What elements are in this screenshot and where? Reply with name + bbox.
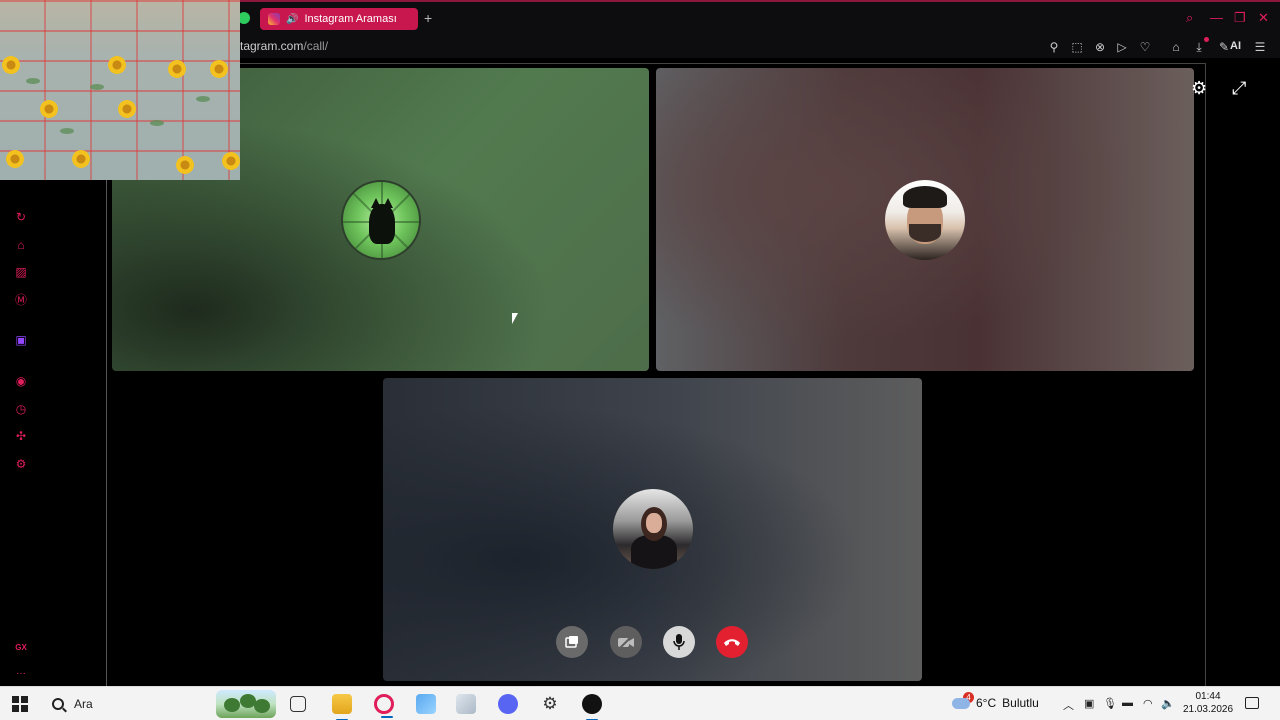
device-icon[interactable]: ▣ (1084, 697, 1094, 710)
microphone-tray-icon[interactable]: 🎙 (1103, 697, 1117, 710)
extensions-icon[interactable]: ✣ (13, 428, 29, 444)
url-field[interactable]: tagram.com/call/ (240, 39, 328, 53)
share-screen-button[interactable] (556, 626, 588, 658)
camera-off-icon (618, 634, 634, 650)
content-divider (240, 63, 1206, 64)
opera-gx-icon[interactable] (374, 694, 394, 718)
more-icon[interactable]: ··· (13, 666, 29, 682)
weather-temp: 6°C (976, 696, 997, 710)
speaker-icon[interactable]: 🔊 (286, 14, 298, 25)
hang-up-icon (724, 639, 740, 646)
ai-label[interactable]: AI (1230, 40, 1241, 52)
minimize-button[interactable]: — (1210, 10, 1223, 25)
settings-icon[interactable]: ⚙ (13, 456, 29, 472)
fullscreen-icon[interactable]: ⤢ (1232, 78, 1246, 99)
notifications-icon[interactable] (1245, 697, 1259, 709)
end-call-button[interactable] (716, 626, 748, 658)
volume-icon[interactable]: 🔈 (1161, 697, 1175, 710)
content-divider (106, 180, 107, 686)
snapshot-icon[interactable]: ⬚ (1069, 40, 1085, 54)
taskbar-search[interactable]: Ara (44, 690, 224, 718)
download-icon[interactable]: ⤓ (1191, 40, 1207, 55)
tab-instagram-call[interactable]: 🔊 Instagram Araması (260, 8, 418, 30)
player-icon[interactable]: ◉ (13, 373, 29, 389)
settings-app-icon[interactable]: ⚙ (540, 694, 560, 714)
settings-gear-icon[interactable]: ⚙ (1191, 78, 1207, 99)
battery-icon[interactable]: ▬ (1122, 697, 1133, 709)
pin-icon[interactable]: ⚲ (1046, 40, 1062, 54)
microphone-icon (673, 634, 685, 650)
menu-icon[interactable]: ☰ (1252, 40, 1268, 54)
woman-avatar (613, 489, 693, 569)
search-icon (52, 698, 64, 710)
history-icon[interactable]: ◷ (13, 401, 29, 417)
chevron-up-icon[interactable]: ︿ (1063, 697, 1074, 713)
man-avatar (885, 180, 965, 260)
restore-button[interactable]: ❐ (1234, 10, 1246, 26)
taskbar: Ara ⚙ 4 6°C Bulutlu ︿ ▣ 🎙 ▬ ◠ 🔈 01:44 21… (0, 686, 1280, 720)
self-view-camera[interactable] (0, 0, 240, 180)
url-path: /call/ (303, 39, 329, 53)
clock-time: 01:44 (1195, 691, 1221, 702)
search-highlight-image[interactable] (216, 690, 276, 718)
search-label: Ara (74, 697, 93, 711)
heart-icon[interactable]: ♡ (1137, 40, 1153, 54)
file-explorer-icon[interactable] (332, 694, 352, 720)
mouse-cursor (511, 312, 519, 325)
shield-icon[interactable]: ⊗ (1092, 40, 1108, 54)
task-view-icon[interactable] (290, 696, 306, 712)
close-button[interactable]: ✕ (1258, 10, 1269, 26)
image-viewer-icon[interactable] (456, 694, 476, 714)
screen: 🔊 Instagram Araması + ⌕ — ❐ ✕ tagram.com… (0, 0, 1280, 720)
notification-dot (1204, 37, 1209, 42)
cloud-icon (952, 697, 970, 709)
tab-title: Instagram Araması (304, 13, 397, 25)
search-tabs-icon[interactable]: ⌕ (1186, 10, 1193, 26)
new-tab-button[interactable]: + (424, 10, 432, 26)
content-divider (1205, 64, 1206, 686)
weather-widget[interactable]: 6°C Bulutlu (952, 696, 1039, 710)
recording-app-icon[interactable] (582, 694, 602, 720)
account-icon[interactable]: ⌂ (1168, 40, 1184, 54)
weather-desc: Bulutlu (1002, 696, 1039, 710)
clock-date: 21.03.2026 (1182, 704, 1234, 715)
twitch-icon[interactable]: ▣ (13, 332, 29, 348)
tasks-icon[interactable]: ▨ (13, 264, 29, 280)
black-cat-avatar (341, 180, 421, 260)
windows-start-icon[interactable] (12, 696, 28, 712)
photos-icon[interactable] (416, 694, 436, 714)
speed-dial-icon[interactable]: ↻ (13, 209, 29, 225)
clock[interactable]: 01:44 21.03.2026 (1176, 690, 1240, 716)
wifi-icon[interactable]: ◠ (1143, 697, 1153, 710)
share-screen-icon (565, 636, 578, 648)
messenger-icon[interactable]: Ⓜ (13, 292, 29, 308)
discord-icon[interactable] (498, 694, 518, 714)
gx-icon[interactable]: GX (13, 640, 29, 656)
camera-toggle-button[interactable] (610, 626, 642, 658)
home-icon[interactable]: ⌂ (13, 237, 29, 253)
url-host: tagram.com (240, 39, 304, 53)
microphone-button[interactable] (663, 626, 695, 658)
instagram-icon (268, 13, 280, 25)
play-icon[interactable]: ▷ (1114, 40, 1130, 54)
